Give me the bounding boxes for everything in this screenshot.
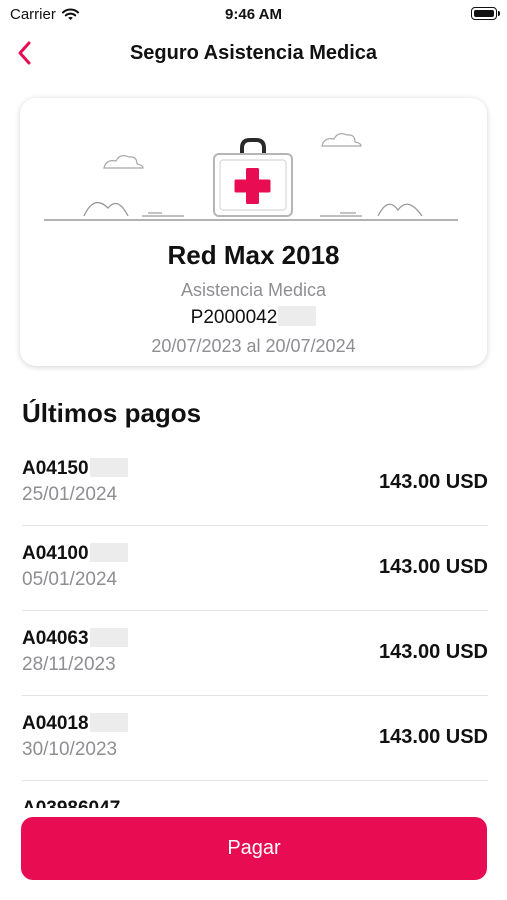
- medical-kit-illustration: [44, 133, 458, 221]
- redacted-block: [89, 458, 128, 477]
- redacted-block: [89, 543, 128, 562]
- payment-id: A04018: [22, 713, 128, 735]
- payment-row[interactable]: A03986047: [22, 780, 488, 808]
- coverage-dates: 20/07/2023 al 20/07/2024: [151, 336, 356, 356]
- payment-date: 05/01/2024: [22, 569, 118, 590]
- policy-number: P2000042: [20, 306, 487, 329]
- page-title: Seguro Asistencia Medica: [129, 42, 378, 64]
- payment-amount: 143.00 USD: [379, 471, 488, 493]
- payment-id: A03986047: [22, 798, 120, 808]
- pay-button-label: Pagar: [227, 837, 281, 859]
- payment-id: A04063: [22, 628, 128, 650]
- payment-id-text: A04018: [22, 713, 89, 734]
- plan-name: Red Max 2018: [167, 240, 340, 270]
- payment-amount: 143.00 USD: [379, 556, 488, 578]
- battery-icon: [471, 7, 500, 20]
- payment-row[interactable]: A04063 28/11/2023 143.00 USD: [22, 610, 488, 696]
- payment-id-text: A04150: [22, 458, 89, 479]
- redacted-block: [89, 628, 128, 647]
- payment-row[interactable]: A04018 30/10/2023 143.00 USD: [22, 695, 488, 781]
- payment-id-text: A04063: [22, 628, 89, 649]
- status-bar: Carrier 9:46 AM: [0, 0, 507, 28]
- payment-row[interactable]: A04100 05/01/2024 143.00 USD: [22, 525, 488, 611]
- payment-date: 30/10/2023: [22, 739, 118, 760]
- payment-amount: 143.00 USD: [379, 641, 488, 663]
- payments-list[interactable]: A04150 25/01/2024 143.00 USD A04100 05/0…: [0, 440, 507, 808]
- nav-bar: Seguro Asistencia Medica: [0, 34, 507, 74]
- payment-id-text: A04100: [22, 543, 89, 564]
- policy-card: Red Max 2018 Asistencia Medica P2000042 …: [20, 98, 487, 366]
- payment-id-text: A03986047: [22, 798, 120, 808]
- payment-date: 25/01/2024: [22, 484, 118, 505]
- redacted-block: [89, 713, 128, 732]
- pay-button[interactable]: Pagar: [21, 817, 487, 880]
- payment-amount: 143.00 USD: [379, 726, 488, 748]
- plan-type: Asistencia Medica: [180, 280, 327, 300]
- policy-number-text: P2000042: [190, 307, 278, 328]
- redacted-block: [278, 306, 317, 326]
- payment-id: A04150: [22, 458, 128, 480]
- section-title: Últimos pagos: [22, 398, 202, 428]
- payment-date: 28/11/2023: [22, 654, 116, 675]
- payment-row[interactable]: A04150 25/01/2024 143.00 USD: [22, 440, 488, 526]
- payment-id: A04100: [22, 543, 128, 565]
- status-time: 9:46 AM: [225, 6, 282, 23]
